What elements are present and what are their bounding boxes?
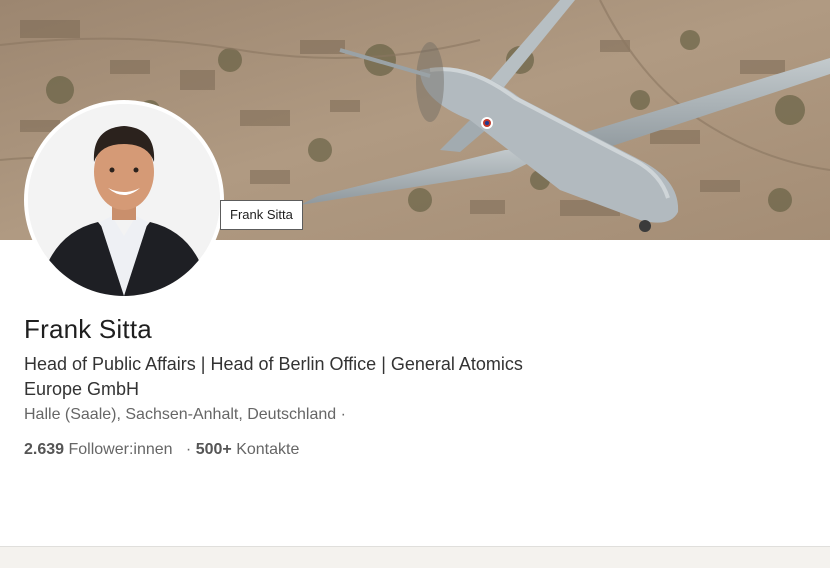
followers-link[interactable]: 2.639 Follower:innen <box>24 441 173 458</box>
followers-label: Follower:innen <box>68 441 173 458</box>
connections-link[interactable]: 500+ Kontakte <box>196 441 300 458</box>
stats-separator: · <box>185 441 192 458</box>
page-background-strip <box>0 547 830 568</box>
connections-count: 500+ <box>195 441 232 458</box>
name-tooltip: Frank Sitta <box>220 200 303 230</box>
profile-name: Frank Sitta <box>24 314 152 344</box>
profile-stats: 2.639 Follower:innen · 500+ Kontakte <box>24 441 299 459</box>
followers-count: 2.639 <box>24 441 65 458</box>
profile-avatar[interactable] <box>24 100 224 300</box>
profile-card: Frank Sitta Frank Sitta Head of Public A… <box>0 0 830 547</box>
connections-label: Kontakte <box>236 441 300 458</box>
person-portrait-icon <box>28 104 220 296</box>
profile-headline: Head of Public Affairs | Head of Berlin … <box>24 354 523 399</box>
profile-photo <box>28 104 220 296</box>
profile-location: Halle (Saale), Sachsen-Anhalt, Deutschla… <box>24 406 346 423</box>
